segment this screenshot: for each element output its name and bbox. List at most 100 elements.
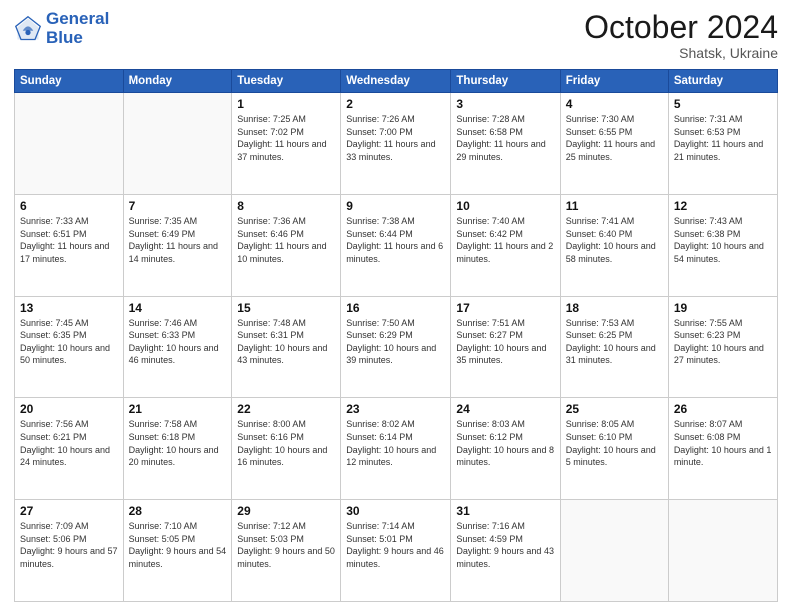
day-info: Sunrise: 7:43 AMSunset: 6:38 PMDaylight:… xyxy=(674,215,772,265)
calendar-cell: 13Sunrise: 7:45 AMSunset: 6:35 PMDayligh… xyxy=(15,296,124,398)
calendar-table: SundayMondayTuesdayWednesdayThursdayFrid… xyxy=(14,69,778,602)
calendar-cell: 8 Sunrise: 7:36 AMSunset: 6:46 PMDaylight… xyxy=(232,194,341,296)
day-info: Sunrise: 8:02 AMSunset: 6:14 PMDaylight:… xyxy=(346,418,445,468)
calendar-cell: 14 Sunrise: 7:46 AMSunset: 6:33 PMDayligh… xyxy=(123,296,232,398)
calendar-header-row: SundayMondayTuesdayWednesdayThursdayFrid… xyxy=(15,70,778,93)
header-day-friday: Friday xyxy=(560,70,668,93)
calendar-cell: 27 Sunrise: 7:09 AMSunset: 5:06 PMDayligh… xyxy=(15,500,124,602)
calendar-cell: 23 Sunrise: 8:02 AMSunset: 6:14 PMDayligh… xyxy=(341,398,451,500)
day-info: Sunrise: 7:41 AMSunset: 6:40 PMDaylight:… xyxy=(566,215,663,265)
calendar-week-1: 1 Sunrise: 7:25 AMSunset: 7:02 PMDaylight… xyxy=(15,93,778,195)
calendar-cell: 24Sunrise: 8:03 AMSunset: 6:12 PMDayligh… xyxy=(451,398,560,500)
day-number: 1 xyxy=(237,97,335,111)
month-title: October 2024 xyxy=(584,10,778,45)
day-info: Sunrise: 7:48 AMSunset: 6:31 PMDaylight:… xyxy=(237,317,335,367)
calendar-cell: 3Sunrise: 7:28 AMSunset: 6:58 PMDaylight… xyxy=(451,93,560,195)
calendar-cell: 26 Sunrise: 8:07 AMSunset: 6:08 PMDayligh… xyxy=(668,398,777,500)
day-number: 7 xyxy=(129,199,227,213)
day-info: Sunrise: 7:14 AMSunset: 5:01 PMDaylight:… xyxy=(346,520,445,570)
day-number: 20 xyxy=(20,402,118,416)
day-number: 27 xyxy=(20,504,118,518)
calendar-cell: 15 Sunrise: 7:48 AMSunset: 6:31 PMDayligh… xyxy=(232,296,341,398)
day-info: Sunrise: 7:53 AMSunset: 6:25 PMDaylight:… xyxy=(566,317,663,367)
day-info: Sunrise: 8:07 AMSunset: 6:08 PMDaylight:… xyxy=(674,418,772,468)
day-info: Sunrise: 7:10 AMSunset: 5:05 PMDaylight:… xyxy=(129,520,227,570)
day-info: Sunrise: 7:16 AMSunset: 4:59 PMDaylight:… xyxy=(456,520,554,570)
day-info: Sunrise: 7:31 AMSunset: 6:53 PMDaylight:… xyxy=(674,113,772,163)
day-info: Sunrise: 7:51 AMSunset: 6:27 PMDaylight:… xyxy=(456,317,554,367)
calendar-cell xyxy=(560,500,668,602)
day-info: Sunrise: 7:30 AMSunset: 6:55 PMDaylight:… xyxy=(566,113,663,163)
calendar-cell: 18 Sunrise: 7:53 AMSunset: 6:25 PMDayligh… xyxy=(560,296,668,398)
title-block: October 2024 Shatsk, Ukraine xyxy=(584,10,778,61)
day-number: 23 xyxy=(346,402,445,416)
calendar-cell: 17Sunrise: 7:51 AMSunset: 6:27 PMDayligh… xyxy=(451,296,560,398)
calendar-cell: 4 Sunrise: 7:30 AMSunset: 6:55 PMDaylight… xyxy=(560,93,668,195)
logo-blue: Blue xyxy=(46,29,109,48)
calendar-cell: 16 Sunrise: 7:50 AMSunset: 6:29 PMDayligh… xyxy=(341,296,451,398)
calendar-cell: 19 Sunrise: 7:55 AMSunset: 6:23 PMDayligh… xyxy=(668,296,777,398)
day-info: Sunrise: 7:58 AMSunset: 6:18 PMDaylight:… xyxy=(129,418,227,468)
calendar-cell: 28Sunrise: 7:10 AMSunset: 5:05 PMDayligh… xyxy=(123,500,232,602)
calendar-cell: 31Sunrise: 7:16 AMSunset: 4:59 PMDayligh… xyxy=(451,500,560,602)
day-info: Sunrise: 8:05 AMSunset: 6:10 PMDaylight:… xyxy=(566,418,663,468)
day-number: 10 xyxy=(456,199,554,213)
calendar-cell: 10Sunrise: 7:40 AMSunset: 6:42 PMDayligh… xyxy=(451,194,560,296)
day-number: 19 xyxy=(674,301,772,315)
day-number: 22 xyxy=(237,402,335,416)
header: General Blue October 2024 Shatsk, Ukrain… xyxy=(14,10,778,61)
calendar-week-4: 20Sunrise: 7:56 AMSunset: 6:21 PMDayligh… xyxy=(15,398,778,500)
day-number: 29 xyxy=(237,504,335,518)
calendar-cell: 2 Sunrise: 7:26 AMSunset: 7:00 PMDaylight… xyxy=(341,93,451,195)
day-info: Sunrise: 7:50 AMSunset: 6:29 PMDaylight:… xyxy=(346,317,445,367)
calendar-cell: 12 Sunrise: 7:43 AMSunset: 6:38 PMDayligh… xyxy=(668,194,777,296)
day-number: 9 xyxy=(346,199,445,213)
header-day-saturday: Saturday xyxy=(668,70,777,93)
calendar-week-5: 27 Sunrise: 7:09 AMSunset: 5:06 PMDayligh… xyxy=(15,500,778,602)
day-number: 2 xyxy=(346,97,445,111)
day-info: Sunrise: 7:38 AMSunset: 6:44 PMDaylight:… xyxy=(346,215,445,265)
day-number: 8 xyxy=(237,199,335,213)
calendar-cell: 9 Sunrise: 7:38 AMSunset: 6:44 PMDaylight… xyxy=(341,194,451,296)
day-number: 12 xyxy=(674,199,772,213)
day-number: 6 xyxy=(20,199,118,213)
calendar-cell xyxy=(668,500,777,602)
calendar-cell: 29 Sunrise: 7:12 AMSunset: 5:03 PMDayligh… xyxy=(232,500,341,602)
day-info: Sunrise: 7:45 AMSunset: 6:35 PMDaylight:… xyxy=(20,317,118,367)
day-number: 30 xyxy=(346,504,445,518)
calendar-cell: 25 Sunrise: 8:05 AMSunset: 6:10 PMDayligh… xyxy=(560,398,668,500)
day-info: Sunrise: 7:12 AMSunset: 5:03 PMDaylight:… xyxy=(237,520,335,570)
logo-text: General Blue xyxy=(46,10,109,47)
day-number: 14 xyxy=(129,301,227,315)
day-number: 18 xyxy=(566,301,663,315)
day-number: 25 xyxy=(566,402,663,416)
day-info: Sunrise: 7:36 AMSunset: 6:46 PMDaylight:… xyxy=(237,215,335,265)
day-info: Sunrise: 7:55 AMSunset: 6:23 PMDaylight:… xyxy=(674,317,772,367)
day-info: Sunrise: 7:09 AMSunset: 5:06 PMDaylight:… xyxy=(20,520,118,570)
day-number: 26 xyxy=(674,402,772,416)
calendar-cell: 21 Sunrise: 7:58 AMSunset: 6:18 PMDayligh… xyxy=(123,398,232,500)
calendar-cell: 30 Sunrise: 7:14 AMSunset: 5:01 PMDayligh… xyxy=(341,500,451,602)
day-info: Sunrise: 8:03 AMSunset: 6:12 PMDaylight:… xyxy=(456,418,554,468)
logo: General Blue xyxy=(14,10,109,47)
location-subtitle: Shatsk, Ukraine xyxy=(584,45,778,61)
logo-icon xyxy=(14,15,42,43)
day-number: 15 xyxy=(237,301,335,315)
day-number: 11 xyxy=(566,199,663,213)
calendar-cell xyxy=(15,93,124,195)
header-day-sunday: Sunday xyxy=(15,70,124,93)
day-info: Sunrise: 7:46 AMSunset: 6:33 PMDaylight:… xyxy=(129,317,227,367)
day-number: 4 xyxy=(566,97,663,111)
day-info: Sunrise: 7:25 AMSunset: 7:02 PMDaylight:… xyxy=(237,113,335,163)
calendar-cell: 1 Sunrise: 7:25 AMSunset: 7:02 PMDaylight… xyxy=(232,93,341,195)
day-info: Sunrise: 7:26 AMSunset: 7:00 PMDaylight:… xyxy=(346,113,445,163)
day-info: Sunrise: 8:00 AMSunset: 6:16 PMDaylight:… xyxy=(237,418,335,468)
header-day-monday: Monday xyxy=(123,70,232,93)
day-number: 16 xyxy=(346,301,445,315)
header-day-thursday: Thursday xyxy=(451,70,560,93)
calendar-cell: 20Sunrise: 7:56 AMSunset: 6:21 PMDayligh… xyxy=(15,398,124,500)
logo-general: General xyxy=(46,9,109,28)
day-number: 3 xyxy=(456,97,554,111)
day-number: 21 xyxy=(129,402,227,416)
day-info: Sunrise: 7:33 AMSunset: 6:51 PMDaylight:… xyxy=(20,215,118,265)
